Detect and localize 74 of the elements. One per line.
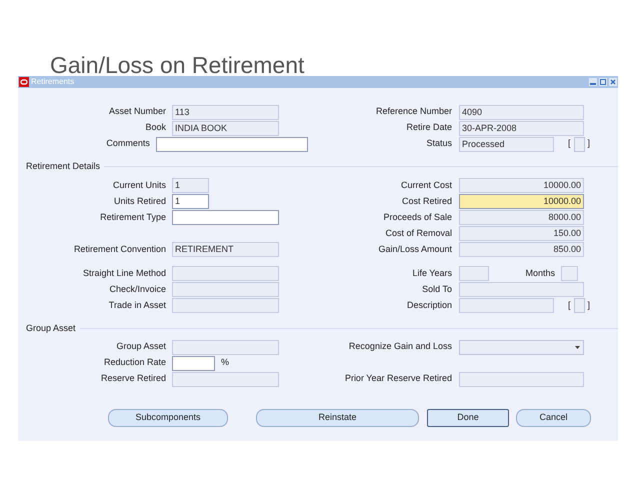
field-label: Trade in Asset xyxy=(108,298,167,312)
input-field[interactable]: 4090 xyxy=(459,104,584,120)
input-field[interactable]: Processed xyxy=(459,136,554,152)
field-label: Current Units xyxy=(112,178,167,192)
field-label: Asset Number xyxy=(108,105,167,118)
slide-title: Gain/Loss on Retirement xyxy=(50,52,304,78)
field-label: Cost of Removal xyxy=(384,226,453,240)
close-icon[interactable] xyxy=(609,78,617,86)
input-field[interactable] xyxy=(574,298,585,313)
input-field[interactable] xyxy=(561,266,578,281)
maximize-icon[interactable] xyxy=(599,78,607,86)
input-field[interactable]: 10000.00 xyxy=(459,178,584,193)
input-field[interactable] xyxy=(156,136,308,152)
field-label: Gain/Loss Amount xyxy=(377,242,453,256)
input-field[interactable] xyxy=(459,372,584,386)
bracket: [ xyxy=(568,137,571,150)
field-label: Description xyxy=(406,298,453,312)
input-field[interactable] xyxy=(172,356,215,370)
section-title: Retirement Details xyxy=(25,160,102,173)
field-label: Check/Invoice xyxy=(108,282,167,296)
input-field[interactable]: RETIREMENT xyxy=(172,242,279,257)
action-button[interactable]: Cancel xyxy=(516,409,591,427)
action-button[interactable]: Done xyxy=(427,409,509,427)
field-label: Reduction Rate xyxy=(102,356,167,370)
field-label: Status xyxy=(425,137,453,150)
bracket: ] xyxy=(588,298,590,312)
field-label: Life Years xyxy=(411,266,453,280)
window-title: Retirements xyxy=(31,77,74,87)
input-field[interactable]: 150.00 xyxy=(459,226,584,241)
input-field[interactable] xyxy=(459,266,489,281)
input-field[interactable]: 113 xyxy=(172,104,279,120)
input-field[interactable]: 10000.00 xyxy=(459,194,584,209)
action-button[interactable]: Subcomponents xyxy=(108,409,228,427)
bracket: ] xyxy=(588,137,590,150)
field-label: Group Asset xyxy=(115,340,167,354)
input-field[interactable] xyxy=(459,298,554,313)
field-label: Straight Line Method xyxy=(82,266,167,280)
input-field[interactable] xyxy=(172,298,279,313)
input-field[interactable] xyxy=(459,282,584,297)
field-label: Proceeds of Sale xyxy=(382,210,453,224)
input-field[interactable] xyxy=(172,266,279,281)
dropdown[interactable] xyxy=(459,340,584,354)
caret-icon xyxy=(575,346,580,348)
field-label: Retire Date xyxy=(405,121,453,134)
section-title: Group Asset xyxy=(25,322,77,335)
input-field[interactable]: INDIA BOOK xyxy=(172,120,279,136)
field-label: Sold To xyxy=(421,282,453,296)
input-field[interactable]: 30-APR-2008 xyxy=(459,120,584,136)
input-field[interactable] xyxy=(172,210,279,225)
field-label: Months xyxy=(524,266,556,280)
input-field[interactable]: 1 xyxy=(172,194,209,209)
field-label: Current Cost xyxy=(400,178,453,192)
action-button[interactable]: Reinstate xyxy=(256,409,419,427)
input-field[interactable]: 850.00 xyxy=(459,242,584,257)
input-field[interactable]: 1 xyxy=(172,178,209,193)
field-label: Retirement Convention xyxy=(72,242,167,256)
input-field[interactable] xyxy=(574,136,585,152)
field-label: Book xyxy=(144,121,167,134)
field-label: Comments xyxy=(105,137,151,150)
field-label: Prior Year Reserve Retired xyxy=(344,372,453,386)
field-label: Recognize Gain and Loss xyxy=(348,340,453,354)
field-label: Cost Retired xyxy=(400,194,453,208)
input-field[interactable]: 8000.00 xyxy=(459,210,584,225)
field-label: Reference Number xyxy=(374,105,453,118)
input-field[interactable] xyxy=(172,340,279,354)
field-label: Retirement Type xyxy=(99,210,167,224)
app-icon xyxy=(19,77,29,87)
field-label: Reserve Retired xyxy=(100,372,167,386)
input-field[interactable] xyxy=(172,282,279,297)
minimize-icon[interactable] xyxy=(589,78,597,86)
input-field[interactable] xyxy=(172,372,279,386)
percent-sign: % xyxy=(221,356,230,370)
field-label: Units Retired xyxy=(112,194,167,208)
bracket: [ xyxy=(568,298,571,312)
